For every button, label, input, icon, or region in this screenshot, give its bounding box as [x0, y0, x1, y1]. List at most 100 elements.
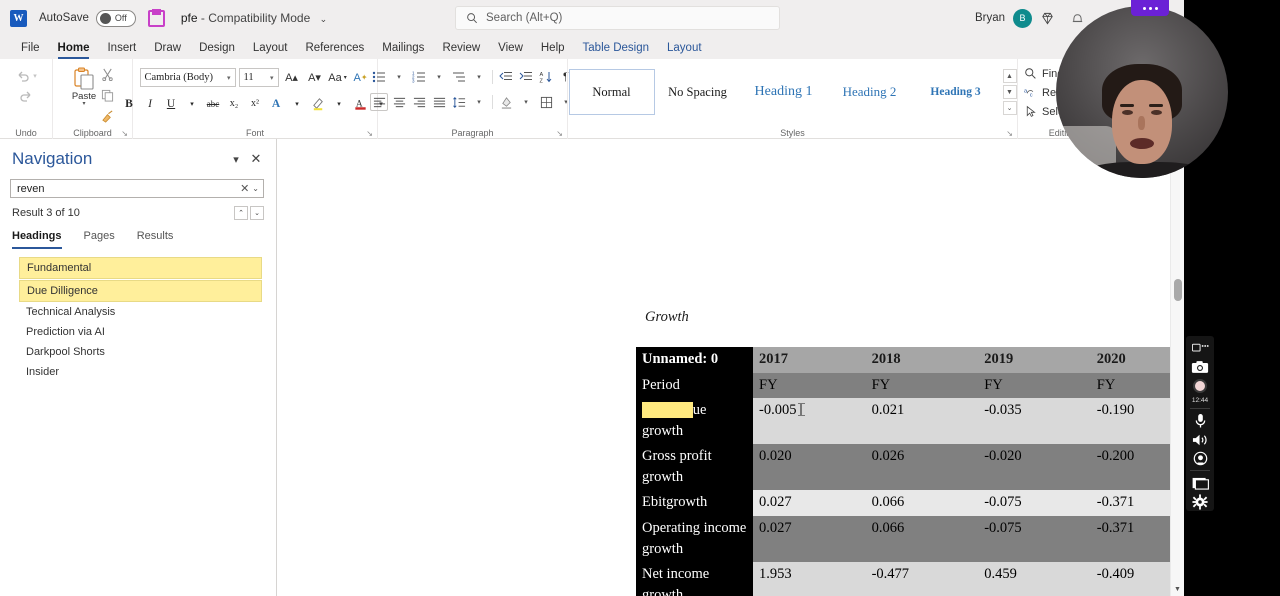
paste-button[interactable]: Paste ▾ [71, 66, 97, 128]
screen-capture-icon[interactable] [1188, 339, 1212, 357]
style-heading-1[interactable]: Heading 1 [741, 69, 827, 115]
heading-item-due-dilligence[interactable]: Due Dilligence [19, 280, 262, 302]
document-vertical-scrollbar[interactable]: ▲ ▼ [1170, 139, 1184, 596]
justify-icon[interactable] [430, 93, 448, 111]
undo-arrow-icon[interactable]: ▾ [15, 69, 37, 83]
multilevel-list-dropdown-icon[interactable]: ▾ [470, 68, 488, 86]
heading-item-darkpool-shorts[interactable]: Darkpool Shorts [0, 342, 276, 362]
increase-indent-icon[interactable] [517, 68, 535, 86]
underline-button[interactable]: U [162, 94, 181, 113]
tab-headings[interactable]: Headings [12, 230, 62, 249]
tab-results[interactable]: Results [137, 230, 174, 249]
subscript-button[interactable]: x₂ [225, 94, 244, 113]
styles-scroll-up-icon[interactable]: ▲ [1002, 69, 1017, 83]
clipboard-dialog-launcher[interactable]: ↘ [121, 129, 128, 138]
heading-item-prediction-via-ai[interactable]: Prediction via AI [0, 322, 276, 342]
more-options-icon[interactable] [1131, 0, 1169, 16]
heading-item-technical-analysis[interactable]: Technical Analysis [0, 302, 276, 322]
styles-dialog-launcher[interactable]: ↘ [1006, 129, 1013, 138]
shrink-font-button[interactable]: A▾ [305, 68, 325, 87]
scrollbar-thumb[interactable] [1174, 279, 1182, 301]
ribbon-tab-insert[interactable]: Insert [98, 38, 145, 59]
diamond-icon[interactable] [1032, 3, 1062, 33]
document-canvas[interactable]: Growth Unnamed: 0 2017 2018 2019 2020 20… [277, 139, 1184, 596]
clear-search-icon[interactable]: ✕ [237, 182, 252, 195]
cut-icon[interactable] [101, 68, 114, 86]
line-spacing-icon[interactable] [450, 93, 468, 111]
shading-dropdown-icon[interactable]: ▾ [517, 93, 535, 111]
line-spacing-dropdown-icon[interactable]: ▾ [470, 93, 488, 111]
heading-item-insider[interactable]: Insider [0, 362, 276, 382]
font-name-dropdown-icon[interactable]: ▾ [227, 74, 231, 82]
ribbon-tab-table-layout[interactable]: Layout [658, 38, 711, 59]
search-input[interactable]: Search (Alt+Q) [455, 6, 780, 30]
ribbon-tab-draw[interactable]: Draw [145, 38, 190, 59]
next-result-icon[interactable]: ⌄ [250, 206, 264, 220]
bold-button[interactable]: B [120, 94, 139, 113]
highlight-icon[interactable] [309, 94, 328, 113]
font-color-icon[interactable]: A [351, 94, 370, 113]
style-normal[interactable]: Normal [568, 69, 655, 115]
speaker-icon[interactable] [1188, 430, 1212, 448]
bullet-list-icon[interactable] [370, 68, 388, 86]
chevron-down-icon[interactable]: ⌄ [320, 14, 328, 24]
font-size-dropdown-icon[interactable]: ▾ [270, 74, 274, 82]
autosave-toggle[interactable]: Off [95, 9, 136, 27]
multilevel-list-icon[interactable] [450, 68, 468, 86]
ribbon-tab-home[interactable]: Home [49, 38, 99, 59]
numbered-list-icon[interactable]: 123 [410, 68, 428, 86]
text-effects-button[interactable]: A [267, 94, 286, 113]
ribbon-tab-layout[interactable]: Layout [244, 38, 297, 59]
heading-item-fundamental[interactable]: Fundamental [19, 257, 262, 279]
avatar[interactable]: B [1013, 8, 1032, 28]
microphone-icon[interactable] [1188, 412, 1212, 430]
search-options-icon[interactable]: ⌄ [252, 184, 259, 193]
ribbon-tab-review[interactable]: Review [433, 38, 489, 59]
document-title[interactable]: pfe - Compatibility Mode ⌄ [181, 11, 327, 25]
tab-pages[interactable]: Pages [84, 230, 115, 249]
change-case-button[interactable]: Aa ▾ [328, 68, 348, 87]
font-name-input[interactable]: Cambria (Body) ▾ [139, 68, 236, 87]
style-heading-3[interactable]: Heading 3 [913, 69, 999, 115]
record-button-icon[interactable] [1188, 376, 1212, 396]
style-no-spacing[interactable]: No Spacing [655, 69, 741, 115]
navigation-search-input[interactable]: reven ✕ ⌄ [10, 179, 264, 198]
ribbon-tab-references[interactable]: References [296, 38, 373, 59]
clear-formatting-button[interactable]: A ✦ [351, 68, 371, 87]
styles-scroll-down-icon[interactable]: ▼ [1002, 85, 1017, 99]
save-icon[interactable] [147, 8, 165, 27]
ribbon-tab-file[interactable]: File [12, 38, 49, 59]
previous-result-icon[interactable]: ⌃ [234, 206, 248, 220]
format-painter-icon[interactable] [101, 110, 114, 128]
gear-icon[interactable] [1188, 493, 1212, 511]
sort-az-icon[interactable]: AZ [537, 68, 555, 86]
grow-font-button[interactable]: A▴ [282, 68, 302, 87]
paste-dropdown-icon[interactable]: ▾ [82, 101, 85, 107]
webcam-icon[interactable] [1188, 449, 1212, 467]
strikethrough-button[interactable]: abc [204, 94, 223, 113]
copy-icon[interactable] [101, 89, 114, 107]
font-dialog-launcher[interactable]: ↘ [366, 129, 373, 138]
scroll-down-icon[interactable]: ▼ [1171, 583, 1184, 596]
underline-dropdown-icon[interactable]: ▾ [183, 94, 202, 113]
superscript-button[interactable]: x² [246, 94, 265, 113]
align-left-icon[interactable] [370, 93, 388, 111]
ribbon-tab-mailings[interactable]: Mailings [373, 38, 433, 59]
ribbon-tab-view[interactable]: View [489, 38, 532, 59]
font-size-input[interactable]: 11 ▾ [238, 68, 279, 87]
numbered-list-dropdown-icon[interactable]: ▾ [430, 68, 448, 86]
ribbon-tab-table-design[interactable]: Table Design [574, 38, 658, 59]
chevron-down-icon[interactable]: ▾ [226, 149, 246, 169]
decrease-indent-icon[interactable] [497, 68, 515, 86]
style-heading-2[interactable]: Heading 2 [827, 69, 913, 115]
ribbon-tab-design[interactable]: Design [190, 38, 244, 59]
ribbon-tab-help[interactable]: Help [532, 38, 574, 59]
redo-arrow-icon[interactable] [18, 89, 34, 103]
highlight-dropdown-icon[interactable]: ▾ [330, 94, 349, 113]
window-icon[interactable] [1188, 474, 1212, 492]
align-right-icon[interactable] [410, 93, 428, 111]
camera-icon[interactable] [1188, 357, 1212, 375]
bullet-list-dropdown-icon[interactable]: ▾ [390, 68, 408, 86]
shading-icon[interactable] [497, 93, 515, 111]
align-center-icon[interactable] [390, 93, 408, 111]
